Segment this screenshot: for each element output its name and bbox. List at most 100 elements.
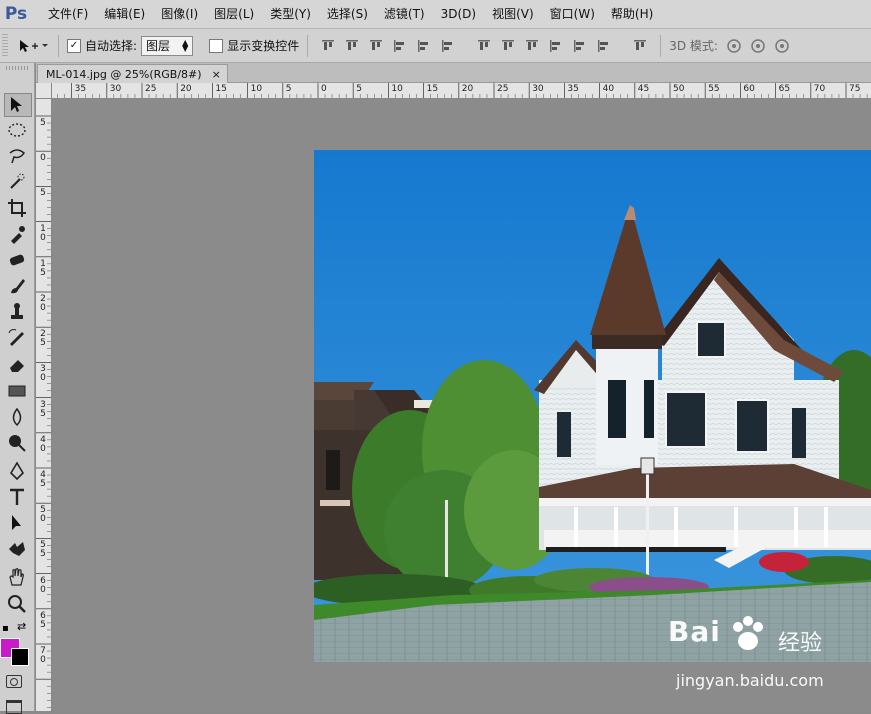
separator	[58, 34, 59, 57]
move-tool-icon	[11, 97, 22, 112]
document-tab[interactable]: ML-014.jpg @ 25%(RGB/8#) ×	[37, 64, 228, 83]
screen-mode-icon[interactable]	[6, 700, 22, 714]
ruler-v-label: 0	[40, 153, 46, 164]
blur-tool[interactable]	[4, 406, 30, 428]
menu-item[interactable]: 窗口(W)	[542, 0, 603, 28]
distribute-bottom-icon	[526, 39, 539, 50]
marquee-tool[interactable]	[4, 119, 30, 141]
auto-align-layers-button[interactable]	[630, 36, 650, 56]
menu-item[interactable]: 3D(D)	[433, 0, 484, 28]
document-image[interactable]	[314, 150, 871, 662]
menu-item[interactable]: 文件(F)	[40, 0, 96, 28]
distribute-hcenter-button[interactable]	[570, 36, 590, 56]
pen-tool[interactable]	[4, 460, 30, 482]
distribute-right-button[interactable]	[594, 36, 614, 56]
path-selection-tool[interactable]	[4, 512, 30, 534]
eraser-tool[interactable]	[4, 354, 30, 376]
menu-item[interactable]: 图层(L)	[206, 0, 262, 28]
ruler-h-label: 50	[673, 84, 685, 94]
align-bottom-button[interactable]	[366, 36, 386, 56]
swap-colors-icon[interactable]: ⇄	[17, 620, 26, 633]
hand-tool-icon	[9, 568, 24, 586]
background-color-swatch[interactable]	[11, 648, 29, 666]
quick-mask-icon[interactable]	[6, 675, 22, 688]
quick-selection-tool[interactable]	[4, 171, 30, 193]
ruler-h-label: 25	[145, 84, 157, 94]
align-left-icon	[394, 39, 405, 52]
history-brush-tool-icon	[8, 329, 24, 346]
document-title: ML-014.jpg @ 25%(RGB/8#)	[46, 67, 202, 81]
distribute-vcenter-icon	[502, 39, 515, 50]
type-tool[interactable]	[4, 486, 30, 508]
ruler-h-label: 0	[321, 84, 327, 94]
tools-collapse[interactable]	[4, 73, 30, 75]
separator	[307, 34, 309, 57]
menu-item[interactable]: 选择(S)	[319, 0, 376, 28]
menu-item[interactable]: 帮助(H)	[603, 0, 661, 28]
align-top-button[interactable]	[318, 36, 338, 56]
align-vcenter-icon	[346, 39, 359, 50]
zoom-tool[interactable]	[4, 593, 30, 615]
distribute-vcenter-button[interactable]	[498, 36, 518, 56]
menu-item[interactable]: 视图(V)	[484, 0, 542, 28]
rotate-3d-button[interactable]	[724, 36, 744, 56]
align-right-button[interactable]	[438, 36, 458, 56]
move-tool-icon	[20, 39, 48, 52]
crop-tool[interactable]	[4, 197, 30, 219]
distribute-top-icon	[478, 39, 491, 50]
tool-preset-picker[interactable]	[16, 35, 50, 57]
lasso-tool[interactable]	[4, 145, 30, 167]
horizontal-ruler[interactable]: 35 30 25 20 15 10 5 0 5 10 15 20 25 30 35 40 45 50 55 60 65 7…	[52, 83, 871, 99]
drag-3d-button[interactable]	[772, 36, 792, 56]
ruler-v-label: 5 5	[40, 540, 46, 560]
align-right-icon	[442, 39, 453, 52]
watermark-suffix: 经验	[778, 631, 823, 656]
menu-bar: Ps 文件(F) 编辑(E) 图像(I) 图层(L) 类型(Y) 选择(S) 滤镜(T) 3D…	[0, 0, 871, 29]
marquee-tool-icon	[8, 123, 26, 137]
align-hcenter-button[interactable]	[414, 36, 434, 56]
menu-item[interactable]: 类型(Y)	[262, 0, 319, 28]
3d-mode-label: 3D 模式:	[669, 39, 718, 53]
menu-item[interactable]: 图像(I)	[153, 0, 206, 28]
hand-tool[interactable]	[4, 566, 30, 588]
move-tool[interactable]	[4, 93, 32, 117]
history-brush-tool[interactable]	[4, 327, 30, 349]
clone-stamp-tool[interactable]	[4, 301, 30, 323]
path-selection-tool-icon	[12, 515, 21, 530]
distribute-bottom-button[interactable]	[522, 36, 542, 56]
menu-item[interactable]: 滤镜(T)	[376, 0, 433, 28]
brush-tool[interactable]	[4, 275, 30, 297]
close-icon[interactable]: ×	[212, 68, 221, 81]
crop-tool-icon	[8, 199, 26, 217]
spot-healing-tool[interactable]	[4, 249, 30, 271]
vertical-ruler[interactable]: 5 0 5 1 0 1 5 2 0 2 5 3 0 3 5 4 0 4 5 5 0 5 5 6 0 6 5 7…	[36, 99, 52, 711]
auto-select-dropdown[interactable]: 图层 ▲ ▼	[141, 35, 194, 56]
default-colors-icon[interactable]: ▪	[2, 623, 9, 634]
dodge-tool[interactable]	[4, 432, 30, 454]
separator	[660, 34, 662, 57]
ruler-h-label: 5	[285, 84, 292, 94]
show-transform-checkbox[interactable]	[209, 38, 224, 53]
ruler-v-label: 1 5	[40, 258, 46, 278]
tools-grip[interactable]	[6, 66, 28, 70]
custom-shape-tool[interactable]	[4, 538, 30, 560]
eyedropper-tool[interactable]	[4, 223, 30, 245]
options-grip[interactable]	[2, 33, 8, 58]
canvas-area[interactable]: Bai 经验 jingyan.baidu.com	[52, 99, 871, 711]
custom-shape-tool-icon	[9, 542, 25, 556]
dodge-tool-icon	[9, 435, 26, 452]
distribute-left-button[interactable]	[546, 36, 566, 56]
align-vcenter-button[interactable]	[342, 36, 362, 56]
type-tool-icon	[10, 488, 24, 505]
spot-healing-tool-icon	[9, 254, 25, 266]
roll-3d-button[interactable]	[748, 36, 768, 56]
distribute-top-button[interactable]	[474, 36, 494, 56]
ruler-h-label: 20	[461, 84, 474, 94]
gradient-tool[interactable]	[4, 380, 30, 402]
clone-stamp-tool-icon	[11, 303, 23, 319]
auto-select-checkbox[interactable]: ✓	[67, 38, 81, 53]
ruler-h-label: 35	[74, 84, 87, 94]
menu-item[interactable]: 编辑(E)	[96, 0, 153, 28]
ruler-origin[interactable]	[36, 83, 52, 99]
align-left-button[interactable]	[390, 36, 410, 56]
